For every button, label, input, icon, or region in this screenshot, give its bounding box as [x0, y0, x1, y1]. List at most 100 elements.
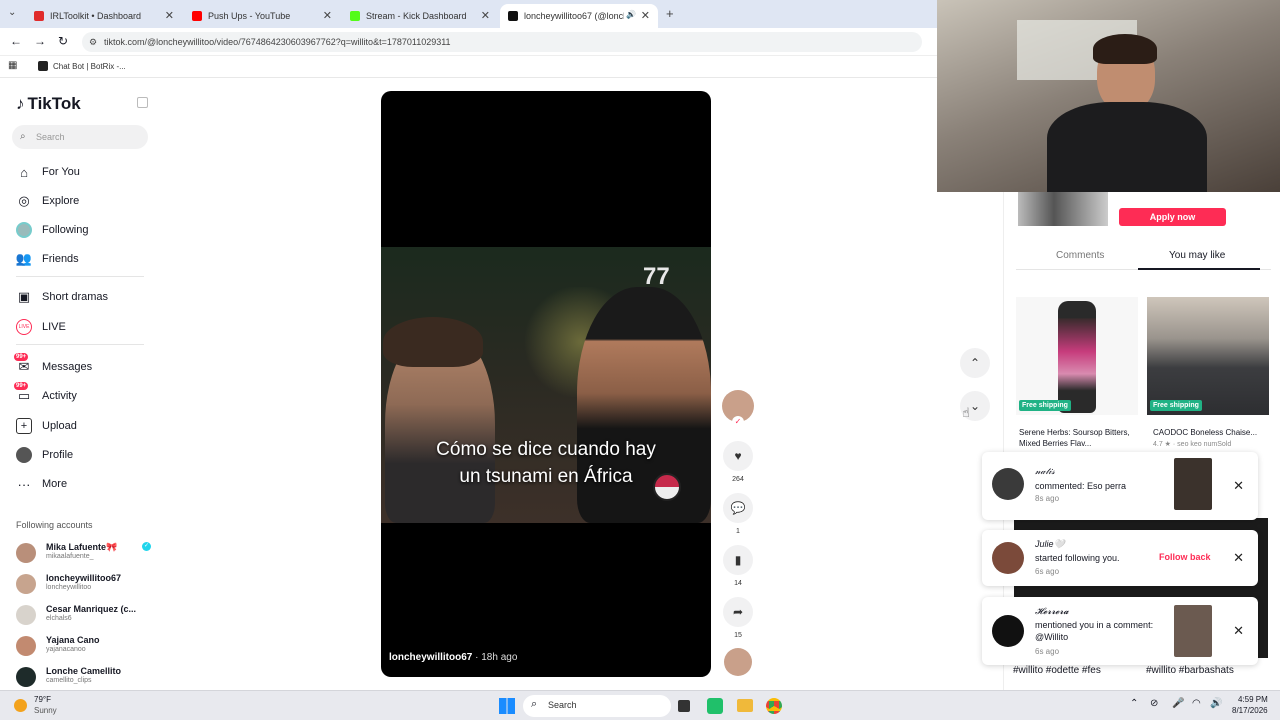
- product-title[interactable]: Serene Herbs: Soursop Bitters, Mixed Ber…: [1019, 427, 1141, 449]
- close-tab-icon[interactable]: ✕: [641, 9, 650, 22]
- browser-tab-strip: ⌄ IRLToolkit • Dashboard ✕ Push Ups - Yo…: [0, 0, 940, 28]
- nav-friends[interactable]: 👥 Friends: [16, 250, 79, 268]
- taskbar-search[interactable]: ⌕ Search: [523, 695, 671, 717]
- bookmark-chatbot[interactable]: Chat Bot | BotRix -...: [53, 62, 126, 71]
- nav-explore[interactable]: ◎ Explore: [16, 192, 79, 210]
- notification-comment[interactable]: 𝓃𝒶𝓉𝒾𝓈 commented: Eso perra 8s ago ✕: [982, 452, 1258, 520]
- close-icon[interactable]: ✕: [1233, 623, 1244, 639]
- app-green-icon[interactable]: [707, 698, 723, 714]
- video-author[interactable]: loncheywillitoo67: [389, 652, 472, 663]
- collapse-sidebar-icon[interactable]: [137, 97, 148, 108]
- comment-button[interactable]: 💬 1: [722, 493, 754, 535]
- tab-kick[interactable]: Stream - Kick Dashboard ✕: [342, 4, 498, 28]
- close-tab-icon[interactable]: ✕: [323, 9, 332, 22]
- windows-taskbar: 79°F Sunny ⌕ Search ⌃ ⊘ 🎤 ◠ 🔊 4:59 PM 8/…: [0, 690, 1280, 720]
- new-tab-button[interactable]: +: [666, 6, 674, 21]
- video-caption: Cómo se dice cuando hay un tsunami en Áf…: [381, 436, 711, 490]
- url-field[interactable]: ⚙ tiktok.com/@loncheywillitoo/video/7674…: [82, 32, 922, 52]
- video-tags[interactable]: #willito #barbashats: [1146, 665, 1234, 676]
- caption-line-1: Cómo se dice cuando hay: [436, 439, 656, 460]
- apps-grid-icon[interactable]: ▦: [8, 60, 17, 71]
- notification-user: 𝓃𝒶𝓉𝒾𝓈: [1035, 466, 1055, 476]
- music-disc-button[interactable]: [722, 648, 754, 676]
- weather-desc: Sunny: [34, 706, 57, 715]
- nav-label: Friends: [42, 253, 79, 265]
- tab-youtube[interactable]: Push Ups - YouTube ✕: [184, 4, 340, 28]
- avatar: [992, 542, 1024, 574]
- like-button[interactable]: ♥ 264: [722, 441, 754, 483]
- avatar: [16, 636, 36, 656]
- reload-icon[interactable]: ↻: [58, 34, 68, 48]
- close-tab-icon[interactable]: ✕: [481, 9, 490, 22]
- nav-activity[interactable]: ▭ 99+ Activity: [14, 382, 77, 405]
- video-age: · 18h ago: [472, 652, 518, 663]
- forward-arrow-icon[interactable]: →: [34, 34, 46, 48]
- account-name: Lonche Camellito: [46, 666, 122, 676]
- wifi-icon[interactable]: ◠: [1192, 698, 1201, 709]
- video-tags[interactable]: #willito #odette #fes: [1013, 665, 1101, 676]
- windows-start-icon[interactable]: [499, 698, 515, 714]
- mic-icon[interactable]: 🎤: [1172, 698, 1184, 709]
- file-explorer-icon[interactable]: [737, 699, 753, 712]
- author-avatar-button[interactable]: ✓: [722, 390, 754, 428]
- account-handle: mikaalafuente_: [46, 553, 94, 560]
- nav-following[interactable]: Following: [16, 221, 88, 239]
- streamer-hair: [1093, 34, 1157, 64]
- video-player[interactable]: 77 Cómo se dice cuando hay un tsunami en…: [381, 91, 711, 677]
- notification-mention[interactable]: 𝓗𝓮𝓻𝓻𝓮𝓻𝓪 mentioned you in a comment: @Wil…: [982, 597, 1258, 665]
- notification-time: 6s ago: [1035, 647, 1060, 656]
- nav-short-dramas[interactable]: ▣ Short dramas: [16, 288, 108, 306]
- clock-time[interactable]: 4:59 PM: [1238, 695, 1268, 704]
- volume-icon[interactable]: 🔊: [1210, 698, 1222, 709]
- tab-list-chevron-icon[interactable]: ⌄: [8, 7, 16, 18]
- tiktok-note-icon: ♪: [16, 94, 25, 113]
- account-item[interactable]: Mika Lafuente🎀 ✓ mikaalafuente_: [16, 541, 156, 565]
- follow-back-button[interactable]: Follow back: [1159, 552, 1211, 562]
- tiktok-logo[interactable]: ♪ TikTok: [16, 94, 81, 114]
- site-info-icon[interactable]: ⚙: [89, 32, 97, 52]
- previous-video-button[interactable]: ⌃: [960, 348, 990, 378]
- tab-comments[interactable]: Comments: [1056, 250, 1104, 261]
- nav-live[interactable]: LIVE LIVE: [16, 318, 66, 336]
- account-item[interactable]: loncheywillitoo67 loncheywillitoo: [16, 572, 156, 596]
- speaker-icon[interactable]: 🔊: [626, 10, 636, 19]
- product-card[interactable]: Free shipping: [1016, 297, 1138, 415]
- activity-badge: 99+: [14, 382, 29, 390]
- nav-label: Upload: [42, 420, 77, 432]
- nav-profile[interactable]: Profile: [16, 446, 73, 464]
- product-title[interactable]: CAODOC Boneless Chaise...: [1153, 427, 1275, 438]
- close-icon[interactable]: ✕: [1233, 478, 1244, 494]
- search-input[interactable]: ⌕ Search: [12, 125, 148, 149]
- sidebar-divider: [16, 276, 144, 277]
- account-item[interactable]: Lonche Camellito camellito_clips: [16, 665, 156, 689]
- following-avatar-icon: [16, 222, 32, 238]
- close-icon[interactable]: ✕: [1233, 550, 1244, 566]
- back-arrow-icon[interactable]: ←: [10, 34, 22, 48]
- messages-icon: ✉ 99+: [14, 353, 30, 374]
- nav-messages[interactable]: ✉ 99+ Messages: [14, 353, 93, 376]
- tab-you-may-like[interactable]: You may like: [1169, 250, 1225, 261]
- apply-now-button[interactable]: Apply now: [1119, 208, 1226, 226]
- nav-for-you[interactable]: ⌂ For You: [16, 163, 80, 181]
- tab-irltoolkit[interactable]: IRLToolkit • Dashboard ✕: [26, 4, 182, 28]
- account-name: Cesar Manriquez (c...: [46, 604, 137, 614]
- comment-count: 1: [736, 528, 740, 535]
- product-card[interactable]: Free shipping: [1147, 297, 1269, 415]
- tab-tiktok[interactable]: loncheywillitoo67 (@lonche 🔊 ✕: [500, 4, 658, 28]
- save-button[interactable]: ▮ 14: [722, 545, 754, 587]
- network-icon[interactable]: ⊘: [1150, 698, 1158, 709]
- share-button[interactable]: ➦ 15: [722, 597, 754, 639]
- tray-chevron-icon[interactable]: ⌃: [1130, 698, 1138, 709]
- notification-follow[interactable]: Julie🤍 started following you. 6s ago Fol…: [982, 530, 1258, 586]
- nav-upload[interactable]: + Upload: [16, 417, 77, 435]
- account-item[interactable]: Yajana Cano yajanacanoo: [16, 634, 156, 658]
- close-tab-icon[interactable]: ✕: [165, 9, 174, 22]
- task-view-icon[interactable]: [678, 700, 690, 712]
- notification-text: mentioned you in a comment: @Willito: [1035, 620, 1154, 642]
- account-item[interactable]: Cesar Manriquez (c... elchals6: [16, 603, 156, 627]
- ad-thumbnail: [1018, 192, 1108, 226]
- clock-date[interactable]: 8/17/2026: [1232, 706, 1268, 715]
- nav-more[interactable]: ··· More: [16, 475, 68, 493]
- chrome-icon[interactable]: [766, 698, 782, 714]
- nav-label: Messages: [42, 361, 93, 373]
